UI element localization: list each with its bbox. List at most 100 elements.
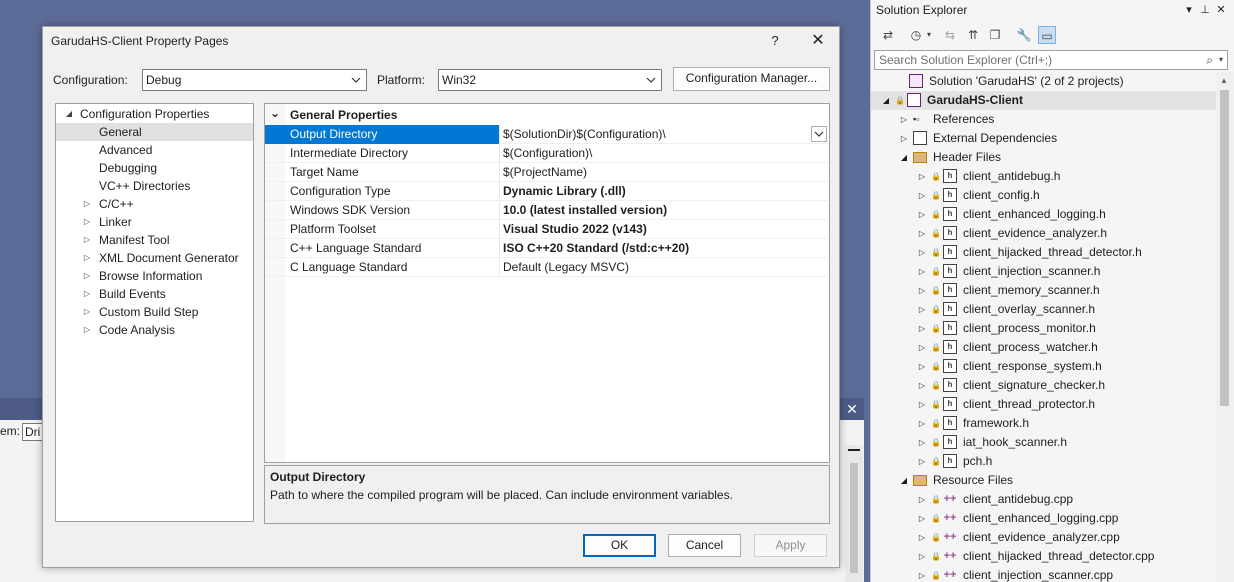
background-scrollbar[interactable]	[845, 445, 863, 582]
property-row-platform-toolset[interactable]: Platform Toolset Visual Studio 2022 (v143…	[265, 220, 829, 239]
tree-item-vc-directories[interactable]: VC++ Directories	[56, 177, 253, 195]
expand-icon[interactable]: ▷	[899, 129, 909, 148]
close-icon[interactable]: ✕	[807, 30, 829, 52]
tree-item-build-events[interactable]: ▷ Build Events	[56, 285, 253, 303]
solution-item-pch-h[interactable]: ▷ 🔒 h pch.h	[871, 452, 1216, 471]
solution-item-client-process-watcher-h[interactable]: ▷ 🔒 h client_process_watcher.h	[871, 338, 1216, 357]
solution-item-framework-h[interactable]: ▷ 🔒 h framework.h	[871, 414, 1216, 433]
scroll-thumb[interactable]	[1220, 90, 1229, 406]
collapse-icon[interactable]: ◢	[899, 148, 909, 167]
expand-icon[interactable]: ▷	[82, 285, 92, 303]
sync-icon[interactable]: ⇆	[941, 26, 959, 44]
collapse-icon[interactable]: ⌄	[270, 104, 280, 123]
property-row-output-directory[interactable]: Output Directory $(SolutionDir)$(Configur…	[265, 125, 829, 144]
expand-icon[interactable]: ▷	[82, 249, 92, 267]
tree-item-general[interactable]: General	[56, 123, 253, 141]
background-close-icon[interactable]: ✕	[843, 400, 861, 418]
property-row-c-language-standard[interactable]: C Language Standard Default (Legacy MSVC)	[265, 258, 829, 277]
solution-explorer-search-input[interactable]: Search Solution Explorer (Ctrl+;) ⌕ ▾	[874, 50, 1228, 70]
property-value[interactable]: $(Configuration)\	[503, 144, 829, 163]
history-dropdown-icon[interactable]: ▾	[924, 26, 934, 44]
platform-combo[interactable]: Win32	[438, 69, 662, 91]
search-options-icon[interactable]: ▾	[1216, 51, 1226, 69]
solution-item-client-enhanced-logging-cpp[interactable]: ▷ 🔒 ++ client_enhanced_logging.cpp	[871, 509, 1216, 528]
solution-item-client-response-system-h[interactable]: ▷ 🔒 h client_response_system.h	[871, 357, 1216, 376]
expand-icon[interactable]: ▷	[82, 195, 92, 213]
expand-icon[interactable]: ▷	[82, 267, 92, 285]
collapse-all-icon[interactable]: ⇈	[964, 26, 982, 44]
expand-icon[interactable]: ▷	[917, 167, 927, 186]
expand-icon[interactable]: ▷	[82, 321, 92, 339]
properties-wrench-icon[interactable]: 🔧	[1015, 26, 1033, 44]
tree-item-custom-build-step[interactable]: ▷ Custom Build Step	[56, 303, 253, 321]
solution-item-client-memory-scanner-h[interactable]: ▷ 🔒 h client_memory_scanner.h	[871, 281, 1216, 300]
expand-icon[interactable]: ▷	[917, 224, 927, 243]
solution-item-client-injection-scanner-cpp[interactable]: ▷ 🔒 ++ client_injection_scanner.cpp	[871, 566, 1216, 582]
expand-icon[interactable]: ▷	[917, 376, 927, 395]
solution-item-client-thread-protector-h[interactable]: ▷ 🔒 h client_thread_protector.h	[871, 395, 1216, 414]
solution-item-client-signature-checker-h[interactable]: ▷ 🔒 h client_signature_checker.h	[871, 376, 1216, 395]
expand-icon[interactable]: ▷	[917, 414, 927, 433]
ok-button[interactable]: OK	[583, 534, 656, 557]
tree-item-xml-document-generator[interactable]: ▷ XML Document Generator	[56, 249, 253, 267]
grid-category-general[interactable]: ⌄ General Properties	[265, 106, 829, 125]
window-position-icon[interactable]: ▾	[1181, 2, 1197, 18]
solution-item-header-files[interactable]: ◢ Header Files	[871, 148, 1216, 167]
solution-item-client-injection-scanner-h[interactable]: ▷ 🔒 h client_injection_scanner.h	[871, 262, 1216, 281]
apply-button[interactable]: Apply	[754, 534, 827, 557]
property-value[interactable]: $(SolutionDir)$(Configuration)\	[503, 125, 829, 144]
solution-item-client-antidebug-cpp[interactable]: ▷ 🔒 ++ client_antidebug.cpp	[871, 490, 1216, 509]
expand-icon[interactable]: ▷	[899, 110, 909, 129]
solution-item-client-hijacked-thread-detector-h[interactable]: ▷ 🔒 h client_hijacked_thread_detector.h	[871, 243, 1216, 262]
expand-icon[interactable]: ▷	[917, 243, 927, 262]
expand-icon[interactable]: ▷	[917, 433, 927, 452]
solution-item-client-config-h[interactable]: ▷ 🔒 h client_config.h	[871, 186, 1216, 205]
expand-icon[interactable]: ▷	[917, 319, 927, 338]
configuration-combo[interactable]: Debug	[142, 69, 367, 91]
expand-icon[interactable]: ▷	[917, 395, 927, 414]
close-icon[interactable]: ✕	[1213, 2, 1229, 18]
expand-icon[interactable]: ▷	[917, 357, 927, 376]
expand-icon[interactable]: ▷	[917, 509, 927, 528]
tree-item-browse-information[interactable]: ▷ Browse Information	[56, 267, 253, 285]
expand-icon[interactable]: ▷	[917, 186, 927, 205]
property-value[interactable]: $(ProjectName)	[503, 163, 829, 182]
history-icon[interactable]: ◷	[907, 26, 925, 44]
tree-item-configuration-properties[interactable]: ◢ Configuration Properties	[56, 105, 253, 123]
property-row-target-name[interactable]: Target Name $(ProjectName)	[265, 163, 829, 182]
solution-item-client-hijacked-thread-detector-cpp[interactable]: ▷ 🔒 ++ client_hijacked_thread_detector.cpp	[871, 547, 1216, 566]
preview-selected-icon[interactable]: ▭	[1038, 26, 1056, 44]
property-row-c-language-standard[interactable]: C++ Language Standard ISO C++20 Standard …	[265, 239, 829, 258]
expand-icon[interactable]: ▷	[917, 528, 927, 547]
solution-item-client-overlay-scanner-h[interactable]: ▷ 🔒 h client_overlay_scanner.h	[871, 300, 1216, 319]
property-row-intermediate-directory[interactable]: Intermediate Directory $(Configuration)\	[265, 144, 829, 163]
switch-views-icon[interactable]: ⇄	[879, 26, 897, 44]
solution-item-references[interactable]: ▷ ▪▫ References	[871, 110, 1216, 129]
configuration-manager-button[interactable]: Configuration Manager...	[673, 67, 830, 91]
expand-icon[interactable]: ▷	[917, 547, 927, 566]
property-value[interactable]: Visual Studio 2022 (v143)	[503, 220, 829, 239]
expand-icon[interactable]: ▷	[82, 213, 92, 231]
property-value[interactable]: Dynamic Library (.dll)	[503, 182, 829, 201]
tree-item-linker[interactable]: ▷ Linker	[56, 213, 253, 231]
expand-icon[interactable]: ▷	[917, 490, 927, 509]
solution-item-resource-files[interactable]: ◢ Resource Files	[871, 471, 1216, 490]
expand-icon[interactable]: ▷	[917, 566, 927, 582]
solution-item-client-enhanced-logging-h[interactable]: ▷ 🔒 h client_enhanced_logging.h	[871, 205, 1216, 224]
expand-icon[interactable]: ▷	[917, 262, 927, 281]
solution-item-client-process-monitor-h[interactable]: ▷ 🔒 h client_process_monitor.h	[871, 319, 1216, 338]
solution-item-client-evidence-analyzer-cpp[interactable]: ▷ 🔒 ++ client_evidence_analyzer.cpp	[871, 528, 1216, 547]
collapse-icon[interactable]: ◢	[881, 91, 891, 110]
tree-item-c-c-[interactable]: ▷ C/C++	[56, 195, 253, 213]
expand-icon[interactable]: ▷	[917, 338, 927, 357]
solution-item-client-antidebug-h[interactable]: ▷ 🔒 h client_antidebug.h	[871, 167, 1216, 186]
solution-item-solution-garudahs-2-of-2-projects-[interactable]: Solution 'GarudaHS' (2 of 2 projects)	[871, 72, 1216, 91]
help-button[interactable]: ?	[765, 31, 785, 51]
tree-item-manifest-tool[interactable]: ▷ Manifest Tool	[56, 231, 253, 249]
search-icon[interactable]: ⌕	[1206, 51, 1213, 69]
property-row-windows-sdk-version[interactable]: Windows SDK Version 10.0 (latest installe…	[265, 201, 829, 220]
expand-icon[interactable]: ▷	[917, 300, 927, 319]
expand-icon[interactable]: ▷	[917, 452, 927, 471]
tree-item-advanced[interactable]: Advanced	[56, 141, 253, 159]
expand-icon[interactable]: ▷	[82, 303, 92, 321]
